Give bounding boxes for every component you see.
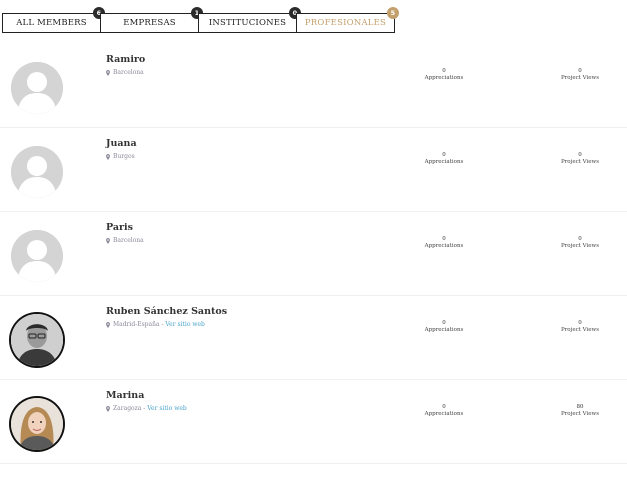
appreciations-label: Appreciations	[424, 75, 464, 81]
appreciations-count: 0	[442, 68, 446, 74]
location-text: Barcelona	[113, 237, 144, 244]
member-name[interactable]: Ruben Sánchez Santos	[106, 306, 227, 317]
project-views-stat: 0 Project Views	[550, 320, 610, 334]
member-name[interactable]: Marina	[106, 390, 144, 401]
website-link[interactable]: Ver sitio web	[147, 405, 186, 412]
avatar-placeholder[interactable]	[11, 230, 63, 282]
member-name[interactable]: Ramiro	[106, 54, 145, 65]
member-card-ruben: Ruben Sánchez Santos Madrid-España - Ver…	[0, 296, 627, 380]
appreciations-stat: 0 Appreciations	[414, 68, 474, 82]
count-badge: 5	[387, 7, 399, 19]
location-text: Burgos	[113, 153, 135, 160]
tab-label: Empresas	[123, 18, 176, 28]
project-views-label: Project Views	[560, 327, 600, 333]
project-views-count: 0	[578, 68, 582, 74]
project-views-stat: 0 Project Views	[550, 236, 610, 250]
appreciations-stat: 0 Appreciations	[414, 404, 474, 418]
appreciations-label: Appreciations	[424, 243, 464, 249]
appreciations-count: 0	[442, 404, 446, 410]
appreciations-count: 0	[442, 320, 446, 326]
member-filter-tabs: All Members 6 Empresas 1 Instituciones 0…	[2, 7, 399, 33]
member-name[interactable]: Paris	[106, 222, 133, 233]
project-views-count: 0	[578, 152, 582, 158]
project-views-label: Project Views	[560, 75, 600, 81]
avatar-placeholder[interactable]	[11, 62, 63, 114]
tab-empresas[interactable]: Empresas 1	[100, 7, 203, 33]
map-pin-icon	[106, 321, 110, 328]
tab-profesionales[interactable]: Profesionales 5	[296, 7, 399, 33]
project-views-count: 0	[578, 236, 582, 242]
member-card-juana: Juana Burgos 0 Appreciations 0 Project V…	[0, 128, 627, 212]
project-views-count: 0	[578, 320, 582, 326]
tab-instituciones[interactable]: Instituciones 0	[198, 7, 301, 33]
member-location: Madrid-España - Ver sitio web	[106, 321, 205, 328]
location-text: Zaragoza	[113, 405, 142, 412]
project-views-label: Project Views	[560, 411, 600, 417]
member-card-marina: Marina Zaragoza - Ver sitio web 0 Apprec…	[0, 380, 627, 464]
appreciations-stat: 0 Appreciations	[414, 320, 474, 334]
map-pin-icon	[106, 153, 110, 160]
location-text: Madrid-España	[113, 321, 160, 328]
map-pin-icon	[106, 405, 110, 412]
tab-label: All Members	[16, 18, 87, 28]
project-views-stat: 0 Project Views	[550, 152, 610, 166]
appreciations-label: Appreciations	[424, 159, 464, 165]
appreciations-count: 0	[442, 152, 446, 158]
member-location: Barcelona	[106, 69, 144, 76]
member-card-ramiro: Ramiro Barcelona 0 Appreciations 0 Proje…	[0, 44, 627, 128]
website-link[interactable]: Ver sitio web	[165, 321, 204, 328]
tab-label: Profesionales	[304, 18, 387, 28]
project-views-stat: 80 Project Views	[550, 404, 610, 418]
tab-label: Instituciones	[208, 18, 287, 28]
map-pin-icon	[106, 237, 110, 244]
member-card-paris: Paris Barcelona 0 Appreciations 0 Projec…	[0, 212, 627, 296]
appreciations-count: 0	[442, 236, 446, 242]
member-location: Burgos	[106, 153, 135, 160]
map-pin-icon	[106, 69, 110, 76]
avatar-photo[interactable]	[11, 314, 63, 366]
project-views-count: 80	[576, 404, 584, 410]
member-location: Zaragoza - Ver sitio web	[106, 405, 187, 412]
project-views-label: Project Views	[560, 243, 600, 249]
appreciations-stat: 0 Appreciations	[414, 152, 474, 166]
member-name[interactable]: Juana	[106, 138, 137, 149]
project-views-stat: 0 Project Views	[550, 68, 610, 82]
project-views-label: Project Views	[560, 159, 600, 165]
member-location: Barcelona	[106, 237, 144, 244]
tab-all-members[interactable]: All Members 6	[2, 7, 105, 33]
appreciations-label: Appreciations	[424, 411, 464, 417]
avatar-photo[interactable]	[11, 398, 63, 450]
appreciations-label: Appreciations	[424, 327, 464, 333]
avatar-placeholder[interactable]	[11, 146, 63, 198]
appreciations-stat: 0 Appreciations	[414, 236, 474, 250]
location-text: Barcelona	[113, 69, 144, 76]
